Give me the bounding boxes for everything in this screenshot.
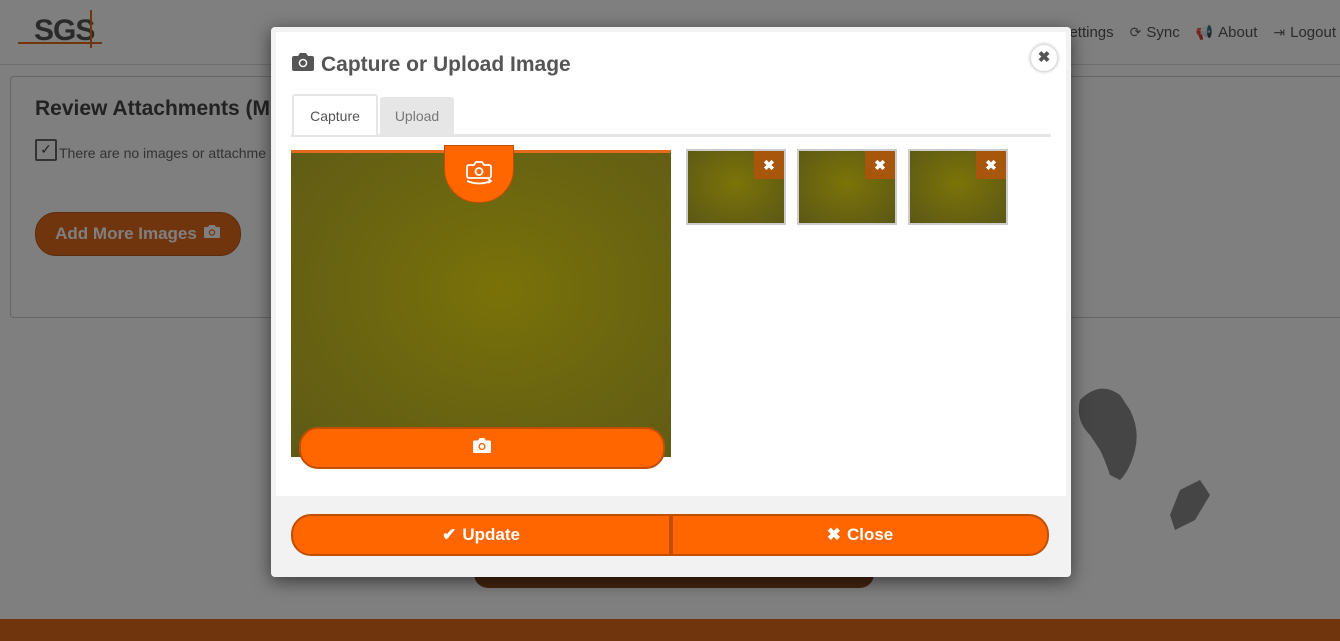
modal-body: Capture or Upload Image ✖ Capture Upload [276, 32, 1066, 496]
thumbnail-1[interactable]: ✖ [686, 149, 786, 225]
update-button[interactable]: ✔ Update [291, 514, 671, 556]
close-button[interactable]: ✖ Close [671, 514, 1049, 556]
modal-title: Capture or Upload Image [291, 52, 571, 78]
take-photo-button[interactable] [299, 427, 665, 469]
close-icon: ✖ [763, 156, 775, 173]
tab-upload[interactable]: Upload [380, 97, 454, 134]
remove-thumbnail-3-button[interactable]: ✖ [976, 151, 1006, 179]
tab-bar: Capture Upload [291, 94, 1051, 137]
capture-upload-modal: Capture or Upload Image ✖ Capture Upload [271, 27, 1071, 577]
switch-camera-icon [463, 158, 495, 191]
thumbnail-2[interactable]: ✖ [797, 149, 897, 225]
update-label: Update [462, 525, 520, 544]
thumbnail-list: ✖ ✖ ✖ [686, 149, 1046, 229]
camera-icon [472, 437, 492, 459]
check-icon: ✔ [442, 525, 457, 544]
tab-capture[interactable]: Capture [292, 94, 378, 135]
close-icon: ✖ [874, 156, 886, 173]
close-icon[interactable]: ✖ [1030, 44, 1058, 72]
remove-thumbnail-1-button[interactable]: ✖ [754, 151, 784, 179]
switch-camera-button[interactable] [444, 145, 514, 203]
remove-thumbnail-2-button[interactable]: ✖ [865, 151, 895, 179]
close-icon: ✖ [826, 525, 841, 544]
modal-title-text: Capture or Upload Image [321, 53, 571, 76]
close-label: Close [846, 525, 894, 544]
thumbnail-3[interactable]: ✖ [908, 149, 1008, 225]
camera-preview [291, 145, 671, 469]
close-icon: ✖ [985, 156, 997, 173]
modal-footer: ✔ Update ✖ Close [291, 514, 1051, 556]
camera-icon [291, 52, 315, 78]
